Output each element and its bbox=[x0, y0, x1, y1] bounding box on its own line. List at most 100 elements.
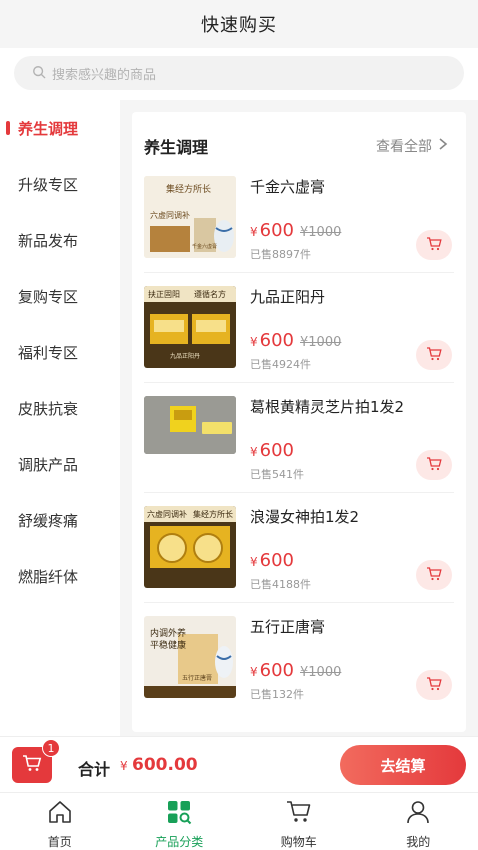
search-placeholder: 搜索感兴趣的商品 bbox=[52, 67, 157, 83]
product-name: 千金六虚膏 bbox=[250, 178, 326, 196]
tab-label: 购物车 bbox=[280, 835, 317, 849]
thumb-text: 九品正阳丹 bbox=[170, 352, 200, 360]
thumb-text: 遵循名方 bbox=[194, 289, 226, 299]
user-icon bbox=[405, 799, 431, 829]
tab-label: 产品分类 bbox=[155, 835, 204, 849]
price-row: ¥ 600 ¥1000 bbox=[250, 660, 341, 681]
checkout-button[interactable]: 去结算 bbox=[340, 745, 466, 785]
tab-home[interactable]: 首页 bbox=[0, 793, 120, 850]
product-price: 600 bbox=[259, 220, 294, 241]
cart-icon bbox=[426, 676, 442, 695]
product-name: 五行正唐膏 bbox=[250, 618, 326, 636]
tab-label: 我的 bbox=[406, 835, 431, 849]
sold-count: 已售8897件 bbox=[250, 248, 311, 261]
sidebar-item-repurchase[interactable]: 复购专区 bbox=[0, 268, 120, 324]
sidebar-item-upgrade[interactable]: 升级专区 bbox=[0, 156, 120, 212]
panel-title: 养生调理 bbox=[144, 138, 209, 157]
sold-count: 已售4924件 bbox=[250, 358, 311, 371]
add-to-cart-button[interactable] bbox=[416, 230, 452, 260]
thumb-text: 内调外养 bbox=[150, 627, 186, 639]
price-row: ¥ 600 ¥1000 bbox=[250, 330, 341, 351]
thumb-text: 五行正唐膏 bbox=[182, 674, 212, 682]
divider bbox=[144, 382, 454, 383]
add-to-cart-button[interactable] bbox=[416, 450, 452, 480]
currency-symbol: ¥ bbox=[250, 665, 258, 679]
tab-category[interactable]: 产品分类 bbox=[120, 793, 240, 850]
product-name: 浪漫女神拍1发2 bbox=[250, 508, 360, 526]
home-icon bbox=[47, 799, 73, 829]
thumb-text: 六虚同调补 bbox=[150, 210, 190, 220]
tab-profile[interactable]: 我的 bbox=[359, 793, 478, 850]
thumb-text: 扶正固阳 bbox=[148, 289, 180, 299]
sidebar-item-welfare[interactable]: 福利专区 bbox=[0, 324, 120, 380]
top-header: 快速购买 bbox=[0, 0, 478, 48]
currency-symbol: ¥ bbox=[250, 555, 258, 569]
cart-count-badge: 1 bbox=[42, 739, 60, 757]
sidebar-item-slimming[interactable]: 燃脂纤体 bbox=[0, 548, 120, 604]
sidebar-item-anti-aging[interactable]: 皮肤抗衰 bbox=[0, 380, 120, 436]
divider bbox=[144, 602, 454, 603]
price-row: ¥ 600 bbox=[250, 440, 294, 461]
chevron-right-icon bbox=[432, 138, 448, 154]
thumb-text: 集经方所长 bbox=[193, 509, 233, 519]
cart-icon bbox=[22, 754, 42, 776]
currency-symbol: ¥ bbox=[250, 225, 258, 239]
product-item[interactable]: 集经方所长 六虚同调补 千金六虚膏 千金六虚膏 ¥ 600 ¥1000 已售88… bbox=[132, 176, 466, 286]
category-sidebar: 养生调理 升级专区 新品发布 复购专区 福利专区 皮肤抗衰 调肤产品 舒缓疼痛 … bbox=[0, 100, 120, 736]
product-name: 九品正阳丹 bbox=[250, 288, 326, 306]
product-name: 葛根黄精灵芝片拍1发2 bbox=[250, 398, 405, 416]
product-panel: 养生调理 查看全部 集经方所长 六虚同调补 千金六虚膏 千金六虚膏 ¥ 600 … bbox=[132, 112, 466, 732]
price-row: ¥ 600 bbox=[250, 550, 294, 571]
sold-count: 已售4188件 bbox=[250, 578, 311, 591]
panel-header: 养生调理 查看全部 bbox=[132, 112, 466, 176]
product-item[interactable]: 内调外养 平稳健康 五行正唐膏 五行正唐膏 ¥ 600 ¥1000 已售132件 bbox=[132, 616, 466, 726]
divider bbox=[144, 492, 454, 493]
tab-label: 首页 bbox=[47, 835, 72, 849]
original-price: ¥1000 bbox=[300, 665, 342, 680]
sold-count: 已售541件 bbox=[250, 468, 304, 481]
thumb-text: 平稳健康 bbox=[150, 639, 186, 651]
currency-symbol: ¥ bbox=[250, 335, 258, 349]
original-price: ¥1000 bbox=[300, 335, 342, 350]
thumb-text: 集经方所长 bbox=[166, 183, 211, 195]
original-price: ¥1000 bbox=[300, 225, 342, 240]
product-item[interactable]: 六虚同调补 集经方所长 浪漫女神拍1发2 ¥ 600 已售4188件 bbox=[132, 506, 466, 616]
product-price: 600 bbox=[259, 660, 294, 681]
divider bbox=[144, 272, 454, 273]
product-image: 内调外养 平稳健康 五行正唐膏 bbox=[144, 616, 236, 698]
product-price: 600 bbox=[259, 330, 294, 351]
search-input[interactable]: 搜索感兴趣的商品 bbox=[14, 56, 464, 90]
search-icon bbox=[32, 64, 46, 83]
product-price: 600 bbox=[259, 440, 294, 461]
cart-icon bbox=[426, 566, 442, 585]
cart-icon bbox=[286, 799, 312, 829]
total-currency: ¥ bbox=[120, 759, 128, 773]
view-all-link[interactable]: 查看全部 bbox=[376, 136, 448, 156]
page-title: 快速购买 bbox=[201, 15, 277, 36]
cart-icon bbox=[426, 456, 442, 475]
sidebar-item-yangsheng[interactable]: 养生调理 bbox=[0, 100, 120, 156]
product-image: 六虚同调补 集经方所长 bbox=[144, 506, 236, 588]
price-row: ¥ 600 ¥1000 bbox=[250, 220, 341, 241]
sold-count: 已售132件 bbox=[250, 688, 304, 701]
search-bar-container: 搜索感兴趣的商品 bbox=[0, 48, 478, 100]
tab-cart[interactable]: 购物车 bbox=[239, 793, 359, 850]
sidebar-item-skin[interactable]: 调肤产品 bbox=[0, 436, 120, 492]
product-item[interactable]: 葛根黄精灵芝片拍1发2 ¥ 600 已售541件 bbox=[132, 396, 466, 506]
add-to-cart-button[interactable] bbox=[416, 340, 452, 370]
total-label: 合计 bbox=[78, 760, 111, 779]
total-amount: 600.00 bbox=[132, 755, 198, 775]
add-to-cart-button[interactable] bbox=[416, 670, 452, 700]
product-item[interactable]: 扶正固阳 遵循名方 九品正阳丹 九品正阳丹 ¥ 600 ¥1000 已售4924… bbox=[132, 286, 466, 396]
thumb-text: 千金六虚膏 bbox=[192, 243, 217, 250]
product-price: 600 bbox=[259, 550, 294, 571]
cart-icon bbox=[426, 236, 442, 255]
cart-icon bbox=[426, 346, 442, 365]
thumb-text: 六虚同调补 bbox=[147, 509, 187, 519]
checkout-bar: 1 合计 ¥ 600.00 去结算 bbox=[0, 736, 478, 792]
sidebar-item-pain-relief[interactable]: 舒缓疼痛 bbox=[0, 492, 120, 548]
product-image bbox=[144, 396, 236, 454]
category-icon bbox=[166, 799, 192, 829]
add-to-cart-button[interactable] bbox=[416, 560, 452, 590]
sidebar-item-new[interactable]: 新品发布 bbox=[0, 212, 120, 268]
